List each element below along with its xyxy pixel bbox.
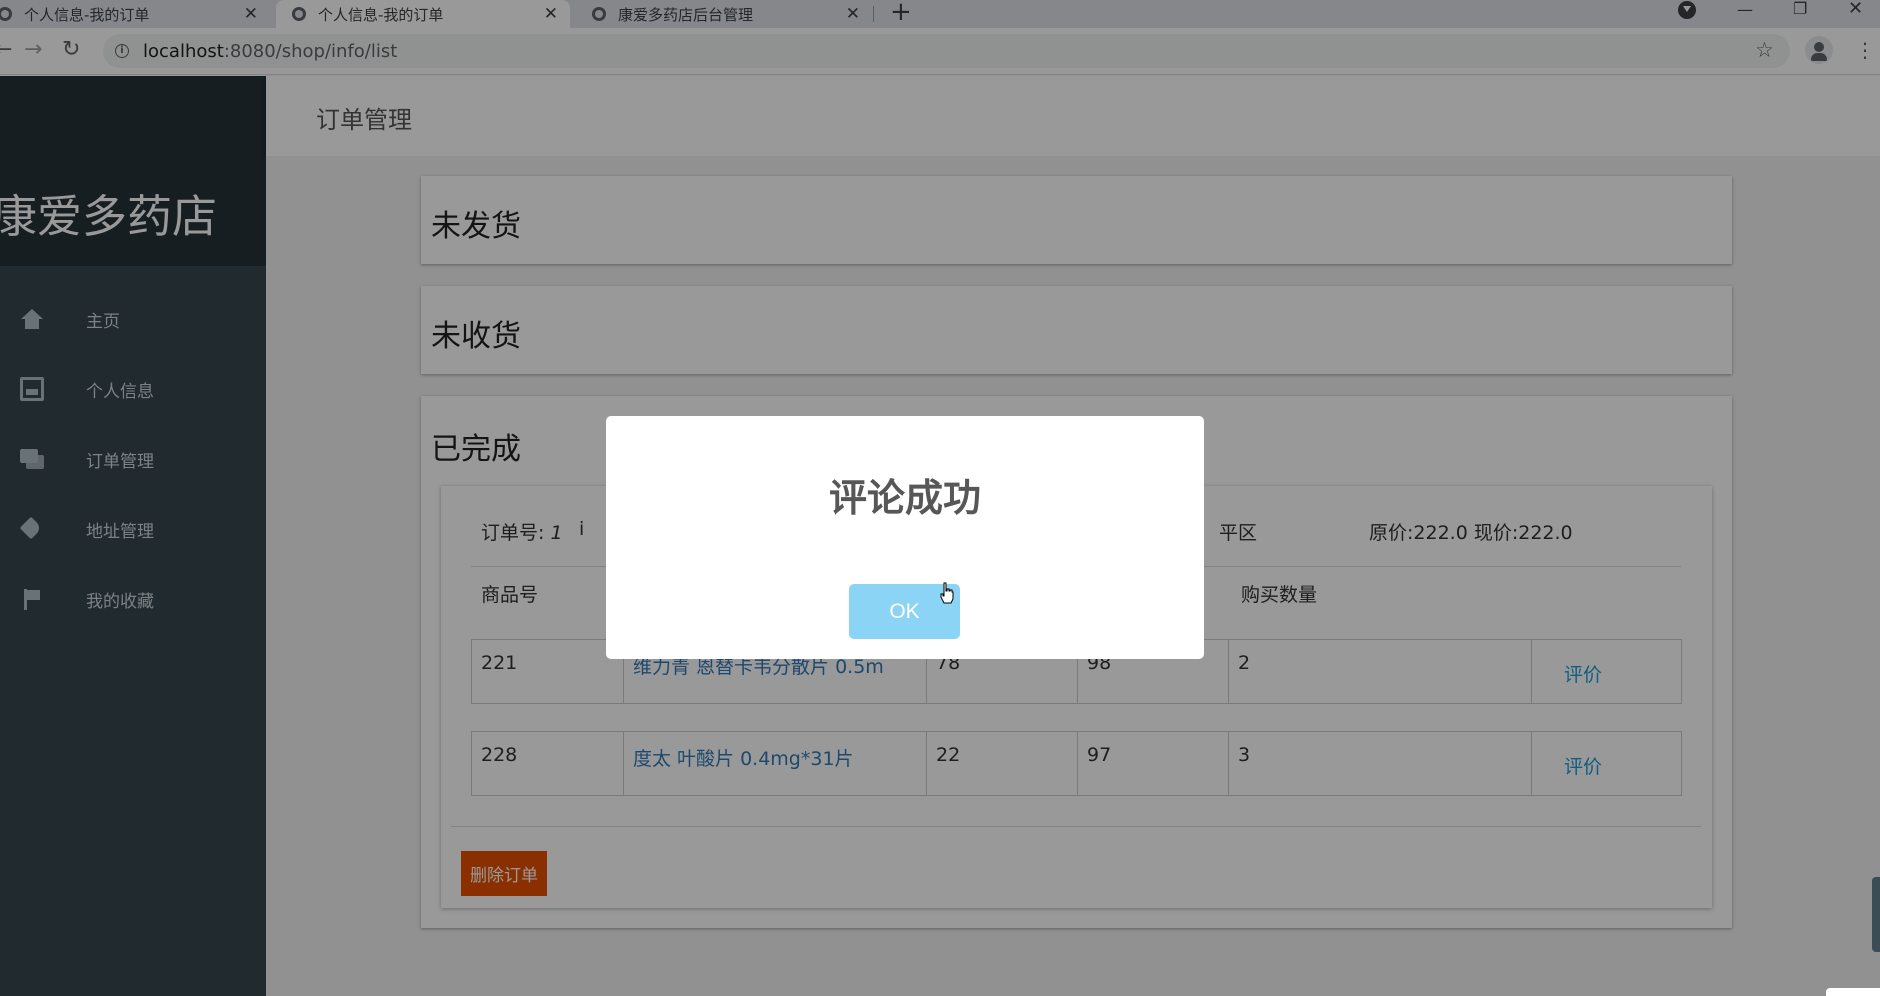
- corner-widget: [1826, 988, 1880, 996]
- scroll-handle[interactable]: [1872, 877, 1880, 952]
- hand-cursor-icon: [940, 582, 954, 604]
- success-dialog: 评论成功 OK: [606, 416, 1204, 659]
- dialog-title: 评论成功: [828, 476, 981, 520]
